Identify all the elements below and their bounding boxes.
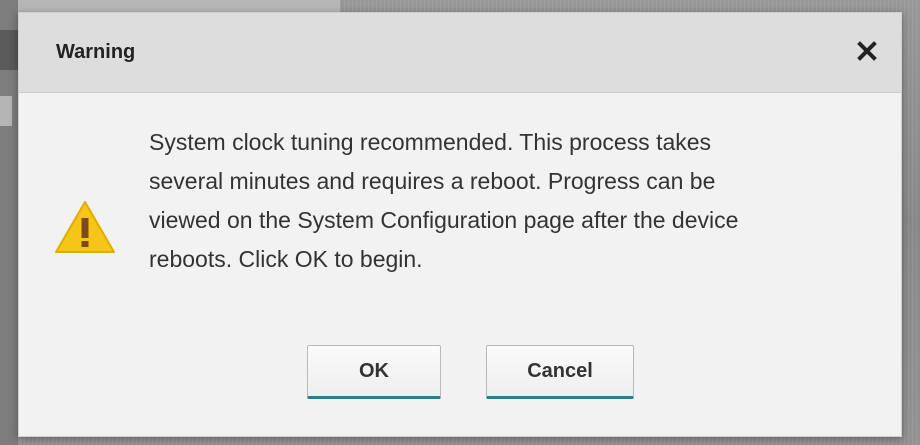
- dialog-header: Warning: [19, 13, 901, 93]
- ok-button[interactable]: OK: [307, 345, 441, 399]
- background-tab: [0, 30, 20, 70]
- dialog-title: Warning: [56, 41, 136, 63]
- warning-dialog: Warning System clock tuning recommended.…: [18, 12, 902, 437]
- background-tab-secondary: [0, 96, 12, 126]
- close-icon[interactable]: [855, 39, 879, 63]
- dialog-message: System clock tuning recommended. This pr…: [149, 129, 739, 272]
- warning-icon: [53, 199, 117, 255]
- cancel-button[interactable]: Cancel: [486, 345, 634, 399]
